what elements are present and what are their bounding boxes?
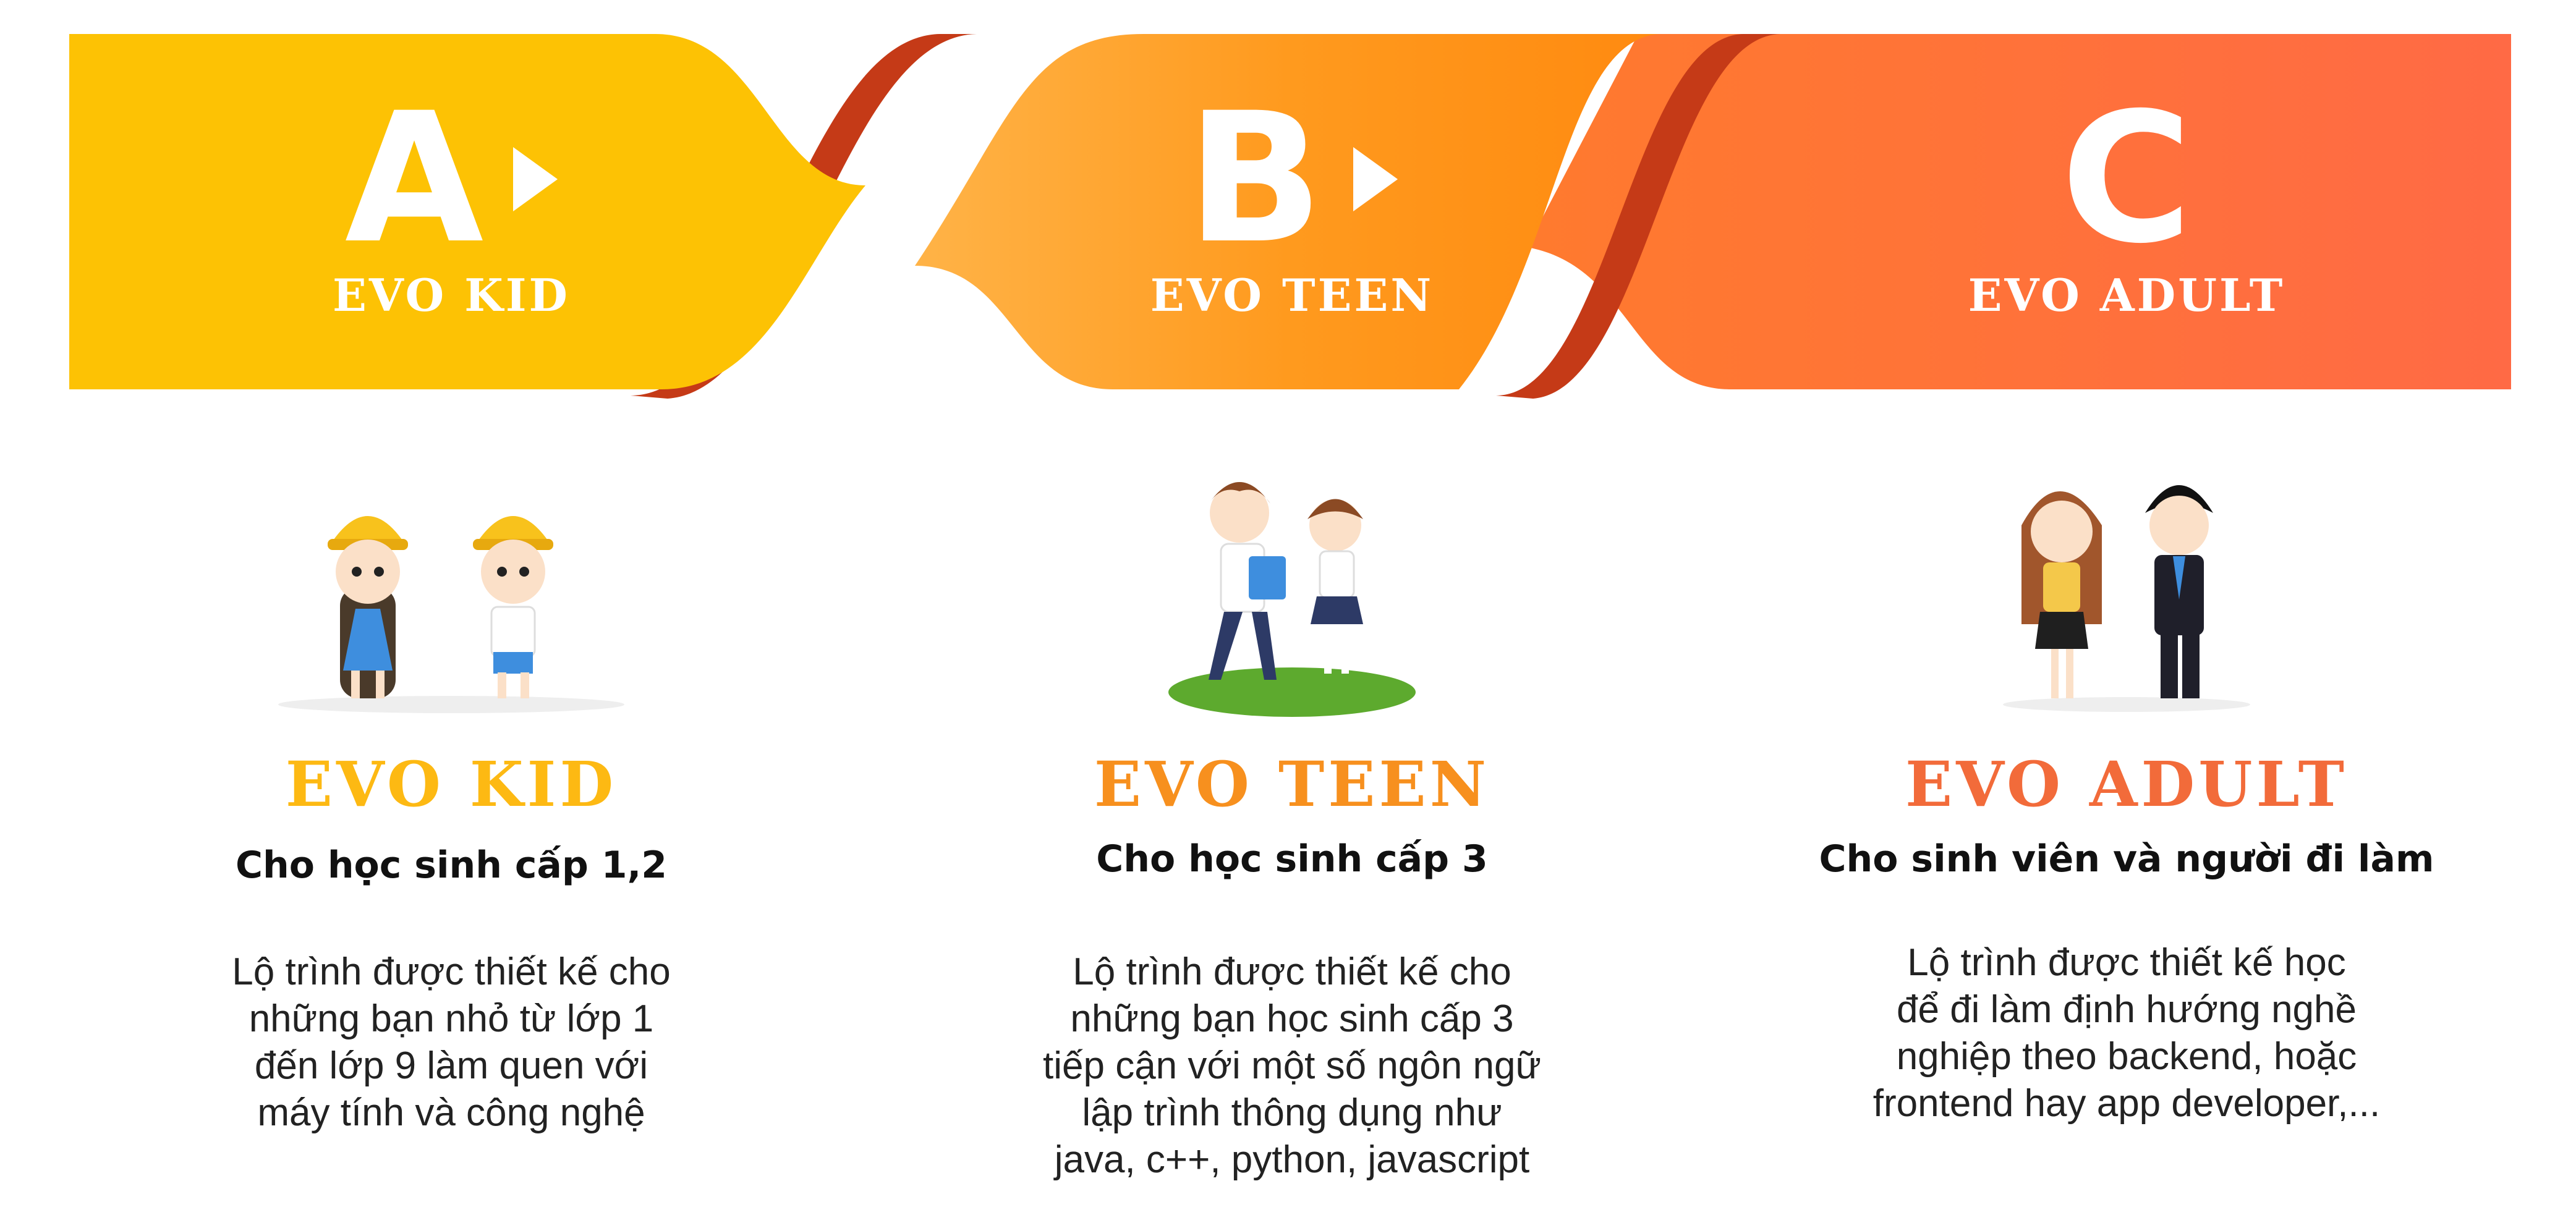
letter-b: B bbox=[1186, 75, 1324, 283]
banner-label-teen: EVO TEEN bbox=[1150, 269, 1434, 321]
letter-b-marker: B bbox=[1076, 87, 1508, 272]
card-subtitle-kid: Cho học sinh cấp 1,2 bbox=[235, 844, 668, 887]
desc-line: tiếp cận với một số ngôn ngữ bbox=[1043, 1044, 1541, 1087]
desc-line: Lộ trình được thiết kế học bbox=[1907, 941, 2346, 984]
adult-couple-illustration bbox=[2003, 485, 2250, 712]
letter-c-marker: C bbox=[1910, 87, 2343, 272]
banner-label-kid: EVO KID bbox=[333, 269, 570, 321]
desc-line: những bạn học sinh cấp 3 bbox=[1070, 997, 1514, 1040]
desc-line: để đi làm định hướng nghề bbox=[1897, 988, 2357, 1031]
card-subtitle-teen: Cho học sinh cấp 3 bbox=[1096, 837, 1488, 881]
card-title-teen: EVO TEEN bbox=[1094, 748, 1490, 821]
play-arrow-icon bbox=[513, 147, 558, 211]
teen-students-illustration bbox=[1168, 482, 1416, 717]
letter-a: A bbox=[344, 75, 484, 283]
desc-line: Lộ trình được thiết kế cho bbox=[232, 950, 671, 993]
desc-line: java, c++, python, javascript bbox=[1054, 1138, 1530, 1181]
card-title-adult: EVO ADULT bbox=[1905, 748, 2349, 821]
desc-line: nghiệp theo backend, hoặc bbox=[1896, 1035, 2357, 1078]
card-description-kid: Lộ trình được thiết kế cho những bạn nhỏ… bbox=[80, 949, 822, 1137]
desc-line: những bạn nhỏ từ lớp 1 bbox=[249, 997, 654, 1040]
play-arrow-icon bbox=[1353, 147, 1398, 211]
desc-line: lập trình thông dụng như bbox=[1082, 1091, 1502, 1134]
desc-line: frontend hay app developer,... bbox=[1872, 1082, 2381, 1125]
letter-a-marker: A bbox=[235, 87, 668, 272]
desc-line: Lộ trình được thiết kế cho bbox=[1073, 950, 1511, 993]
card-description-adult: Lộ trình được thiết kế học để đi làm địn… bbox=[1756, 939, 2497, 1127]
card-description-teen: Lộ trình được thiết kế cho những bạn học… bbox=[921, 949, 1663, 1183]
card-title-kid: EVO KID bbox=[285, 748, 618, 821]
two-kids-hardhats-illustration bbox=[278, 516, 624, 713]
letter-c: C bbox=[2060, 75, 2193, 283]
banner-label-adult: EVO ADULT bbox=[1968, 269, 2285, 321]
desc-line: đến lớp 9 làm quen với bbox=[254, 1044, 648, 1087]
desc-line: máy tính và công nghệ bbox=[257, 1091, 645, 1134]
card-subtitle-adult: Cho sinh viên và người đi làm bbox=[1819, 837, 2434, 881]
